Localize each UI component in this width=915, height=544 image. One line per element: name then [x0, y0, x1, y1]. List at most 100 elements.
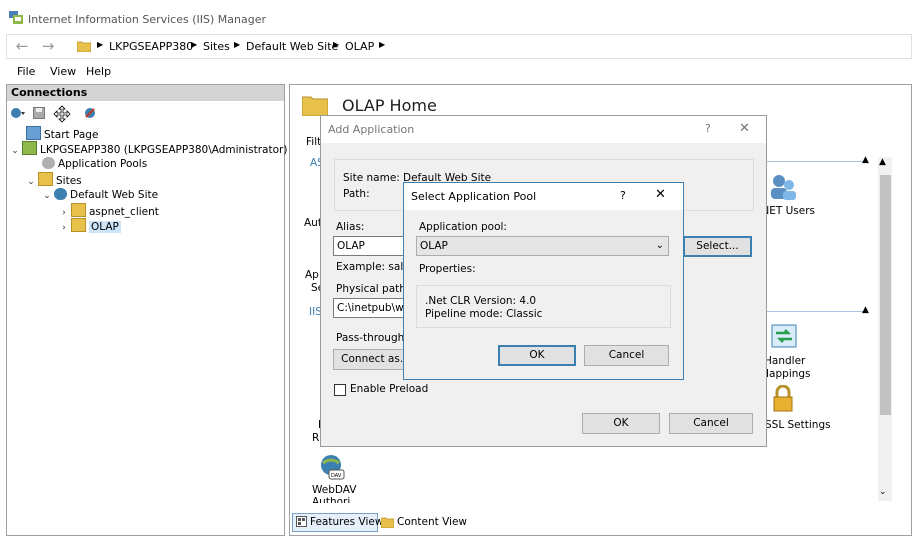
scroll-down-icon[interactable]: ⌄: [879, 487, 887, 497]
tree-sites-label: Sites: [56, 175, 82, 187]
pool-ok-button[interactable]: OK: [498, 345, 576, 366]
tree-server-label: LKPGSEAPP380 (LKPGSEAPP380\Administrator…: [40, 144, 288, 156]
chevron-down-icon: ⌄: [655, 240, 664, 251]
filter-label-partial: Filt: [306, 136, 322, 148]
save-icon[interactable]: [33, 107, 45, 119]
breadcrumb-default-site[interactable]: Default Web Site: [246, 40, 338, 53]
title-bar: Internet Information Services (IIS) Mana…: [0, 0, 915, 34]
connect-globe-icon[interactable]: [10, 106, 26, 120]
connections-header: Connections: [7, 85, 284, 101]
disconnect-icon[interactable]: [83, 106, 97, 120]
feature-webdav-label-2[interactable]: Authori...: [312, 496, 360, 503]
enable-preload-checkbox[interactable]: [334, 384, 346, 396]
svg-text:DAV: DAV: [331, 473, 342, 479]
breadcrumb-sites[interactable]: Sites: [203, 40, 230, 53]
view-tabs-bar: Features View Content View: [289, 512, 910, 532]
breadcrumb-separator-icon: ▶: [234, 40, 241, 49]
help-icon[interactable]: ?: [705, 122, 711, 135]
ok-button[interactable]: OK: [582, 413, 660, 434]
select-app-pool-dialog: Select Application Pool ? ✕ Application …: [403, 182, 684, 380]
tree-olap[interactable]: › OLAP: [59, 218, 121, 233]
dialog-titlebar: Select Application Pool ? ✕: [404, 183, 683, 210]
site-name-label: Site name:: [343, 172, 400, 184]
address-bar: ← → ▶ LKPGSEAPP380 ▶ Sites ▶ Default Web…: [6, 34, 912, 59]
content-view-icon: [381, 517, 394, 528]
tree-server[interactable]: ⌄ LKPGSEAPP380 (LKPGSEAPP380\Administrato…: [10, 141, 287, 156]
start-page-icon: [26, 126, 41, 140]
globe-icon: [54, 188, 67, 200]
connections-toolbar: [7, 103, 284, 125]
chevron-down-icon[interactable]: ⌄: [26, 175, 36, 190]
scroll-up-icon[interactable]: ▲: [879, 157, 886, 167]
back-arrow-icon[interactable]: ←: [13, 37, 31, 55]
breadcrumb-server[interactable]: LKPGSEAPP380: [109, 40, 193, 53]
tree-default-site[interactable]: ⌄ Default Web Site: [42, 188, 158, 203]
features-view-label[interactable]: Features View: [310, 516, 383, 528]
chevron-down-icon[interactable]: ⌄: [10, 144, 20, 159]
server-icon: [22, 141, 37, 155]
pool-cancel-button[interactable]: Cancel: [584, 345, 669, 366]
window-title: Internet Information Services (IIS) Mana…: [28, 13, 266, 26]
tree-app-pools[interactable]: Application Pools: [42, 157, 147, 172]
group-divider: [766, 161, 866, 162]
content-view-label[interactable]: Content View: [397, 516, 467, 528]
users-icon[interactable]: [768, 173, 798, 201]
features-view-icon: [296, 516, 307, 527]
feature-ap-partial: Ap: [305, 269, 319, 281]
feature-webdav-label-1[interactable]: WebDAV: [312, 484, 357, 496]
tree-aspnet-client-label: aspnet_client: [89, 206, 159, 218]
app-pools-icon: [42, 157, 55, 169]
menu-file[interactable]: File: [17, 65, 35, 78]
tree-aspnet-client[interactable]: › aspnet_client: [59, 203, 159, 218]
tree-start-page[interactable]: Start Page: [26, 126, 98, 141]
breadcrumb-separator-icon: ▶: [191, 40, 198, 49]
breadcrumb-olap[interactable]: OLAP: [345, 40, 374, 53]
menu-help[interactable]: Help: [86, 65, 111, 78]
page-title: OLAP Home: [342, 96, 437, 115]
help-icon[interactable]: ?: [620, 189, 626, 202]
webdav-icon[interactable]: DAV: [319, 453, 345, 481]
cancel-button[interactable]: Cancel: [669, 413, 753, 434]
scrollbar-thumb[interactable]: [880, 175, 891, 415]
lock-icon[interactable]: [772, 385, 794, 413]
menu-view[interactable]: View: [50, 65, 76, 78]
tree-start-page-label: Start Page: [44, 129, 99, 141]
tree-app-pools-label: Application Pools: [58, 158, 148, 170]
chevron-up-icon[interactable]: ▲: [862, 305, 869, 315]
folder-icon: [302, 96, 328, 116]
chevron-right-icon[interactable]: ›: [59, 221, 69, 236]
iis-app-icon: [9, 11, 23, 24]
chevron-up-icon[interactable]: ▲: [862, 155, 869, 165]
tree-default-site-label: Default Web Site: [70, 189, 159, 201]
path-label: Path:: [343, 188, 370, 200]
feature-handler-mappings-label-2[interactable]: Mappings: [760, 368, 811, 380]
feature-ssl-settings-label[interactable]: SSL Settings: [765, 419, 831, 431]
dialog-titlebar: Add Application ? ✕: [321, 116, 766, 143]
pool-select-value: OLAP: [420, 240, 448, 252]
folder-icon: [71, 218, 86, 232]
pool-select[interactable]: OLAP ⌄: [416, 236, 669, 256]
menu-bar: File View Help: [0, 60, 915, 82]
chevron-down-icon[interactable]: ⌄: [42, 189, 52, 204]
breadcrumb-separator-icon: ▶: [333, 40, 340, 49]
folder-icon: [71, 203, 86, 217]
feature-r-partial: R: [312, 432, 320, 444]
tree-sites[interactable]: ⌄ Sites: [26, 172, 82, 187]
properties-label: Properties:: [419, 263, 476, 275]
feature-handler-mappings-label-1[interactable]: Handler: [764, 355, 805, 367]
select-pool-button[interactable]: Select...: [683, 236, 752, 257]
pool-label: Application pool:: [419, 221, 507, 233]
enable-preload-label: Enable Preload: [350, 383, 429, 395]
handler-mappings-icon[interactable]: [770, 323, 798, 349]
dialog-title: Select Application Pool: [411, 190, 537, 203]
sites-icon: [38, 172, 53, 186]
tree-olap-label: OLAP: [89, 221, 121, 233]
breadcrumb-separator-icon: ▶: [97, 40, 104, 49]
connections-panel: Connections Start Page ⌄ LKPGSEAPP380 (LK…: [6, 84, 287, 536]
group-divider: [766, 311, 866, 312]
close-icon[interactable]: ✕: [739, 121, 750, 136]
physical-path-label: Physical path:: [336, 283, 410, 295]
close-icon[interactable]: ✕: [655, 187, 666, 202]
forward-arrow-icon[interactable]: →: [39, 37, 57, 55]
folder-icon: [77, 41, 91, 52]
